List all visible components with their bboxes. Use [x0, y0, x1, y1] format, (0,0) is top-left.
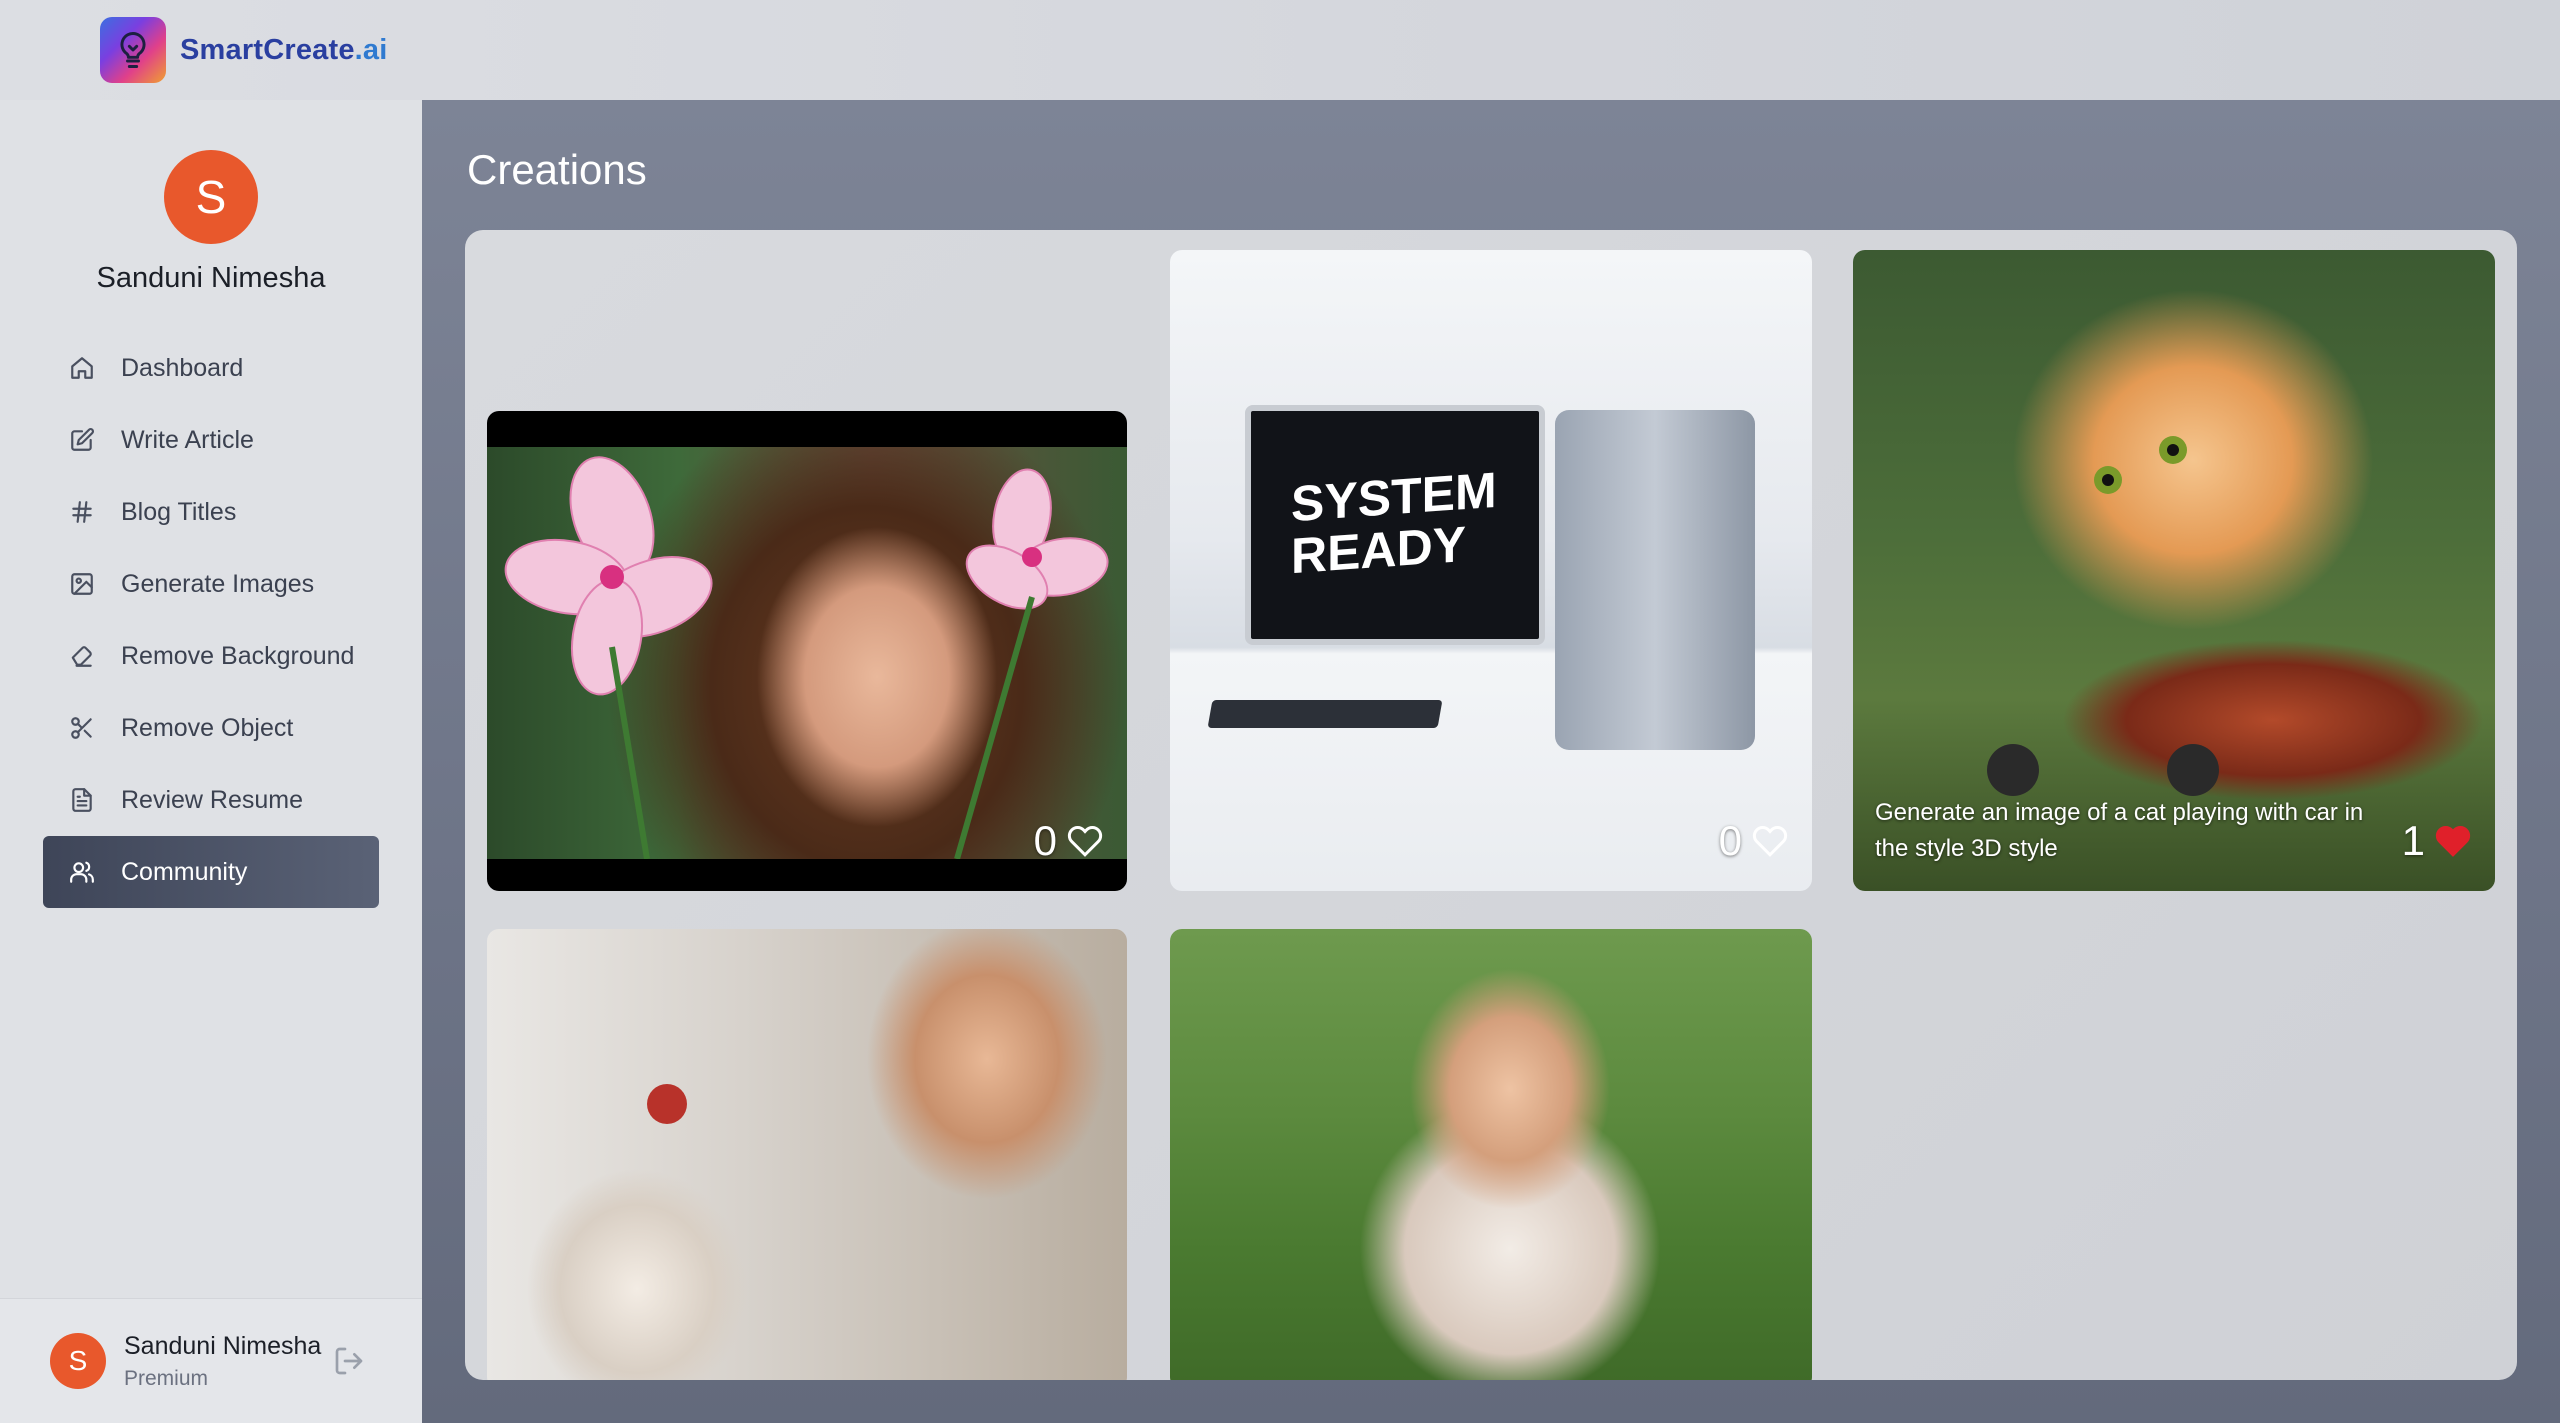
sidebar-item-remove-background[interactable]: Remove Background: [43, 620, 379, 692]
hash-icon: [67, 497, 97, 527]
sidebar-item-label: Review Resume: [121, 785, 304, 814]
creation-image: [487, 929, 1127, 1380]
eraser-icon: [67, 641, 97, 671]
avatar[interactable]: S: [50, 1333, 106, 1389]
user-name: Sanduni Nimesha: [124, 1331, 322, 1360]
sidebar-item-label: Community: [121, 857, 248, 886]
like-count: 1: [2402, 817, 2471, 865]
user-plan: Premium: [124, 1366, 209, 1390]
sidebar-item-label: Blog Titles: [121, 497, 237, 526]
sidebar-item-community[interactable]: Community: [43, 836, 379, 908]
creation-prompt: Generate an image of a cat playing with …: [1875, 799, 2364, 862]
sidebar-item-label: Remove Background: [121, 641, 355, 670]
monitor-text: SYSTEM READY: [1291, 461, 1497, 585]
creation-card[interactable]: [487, 929, 1127, 1380]
monitor-graphic: SYSTEM READY: [1245, 405, 1545, 645]
sidebar-item-label: Dashboard: [121, 353, 244, 382]
sidebar-item-blog-titles[interactable]: Blog Titles: [43, 476, 379, 548]
main-content: Creations 0 SYSTEM READY 0 Generate an i…: [422, 100, 2560, 1423]
creation-image: SYSTEM READY: [1170, 250, 1812, 891]
user-info: Sanduni Nimesha Premium: [124, 1332, 321, 1391]
logout-icon[interactable]: [333, 1345, 367, 1379]
sidebar-item-write-article[interactable]: Write Article: [43, 404, 379, 476]
keyboard-graphic: [1207, 700, 1443, 728]
sidebar-nav: Dashboard Write Article Blog Titles Gene…: [43, 332, 379, 908]
like-count: 0: [1719, 817, 1788, 865]
scissors-icon: [67, 713, 97, 743]
sidebar-item-label: Remove Object: [121, 713, 294, 742]
ball-graphic: [647, 1084, 687, 1124]
edit-icon: [67, 425, 97, 455]
top-bar: SmartCreate.ai: [0, 0, 2560, 100]
profile-section: S Sanduni Nimesha: [0, 150, 422, 295]
sidebar-item-label: Write Article: [121, 425, 254, 454]
page-title: Creations: [467, 146, 647, 193]
tower-graphic: [1555, 410, 1755, 750]
heart-icon[interactable]: [1752, 823, 1788, 859]
sidebar-item-label: Generate Images: [121, 569, 315, 598]
creation-card[interactable]: 0: [487, 411, 1127, 891]
creation-card[interactable]: [1170, 929, 1812, 1380]
sidebar: S Sanduni Nimesha Dashboard Write Articl…: [0, 100, 422, 1423]
like-count: 0: [1034, 817, 1103, 865]
user-account-box: S Sanduni Nimesha Premium: [0, 1298, 422, 1423]
heart-icon[interactable]: [2435, 823, 2471, 859]
lightbulb-icon[interactable]: [100, 17, 166, 83]
avatar[interactable]: S: [164, 150, 258, 244]
creation-card[interactable]: SYSTEM READY 0: [1170, 250, 1812, 891]
sidebar-item-dashboard[interactable]: Dashboard: [43, 332, 379, 404]
brand-name[interactable]: SmartCreate.ai: [180, 34, 388, 67]
creation-image: [487, 447, 1127, 859]
heart-icon[interactable]: [1067, 823, 1103, 859]
creations-grid: 0 SYSTEM READY 0 Generate an image of a …: [465, 230, 2517, 1380]
sidebar-item-generate-images[interactable]: Generate Images: [43, 548, 379, 620]
creation-card[interactable]: Generate an image of a cat playing with …: [1853, 250, 2495, 891]
users-icon: [67, 857, 97, 887]
profile-name: Sanduni Nimesha: [96, 262, 326, 294]
creation-image: [1170, 929, 1812, 1380]
file-text-icon: [67, 785, 97, 815]
sidebar-item-remove-object[interactable]: Remove Object: [43, 692, 379, 764]
image-icon: [67, 569, 97, 599]
sidebar-item-review-resume[interactable]: Review Resume: [43, 764, 379, 836]
home-icon: [67, 353, 97, 383]
